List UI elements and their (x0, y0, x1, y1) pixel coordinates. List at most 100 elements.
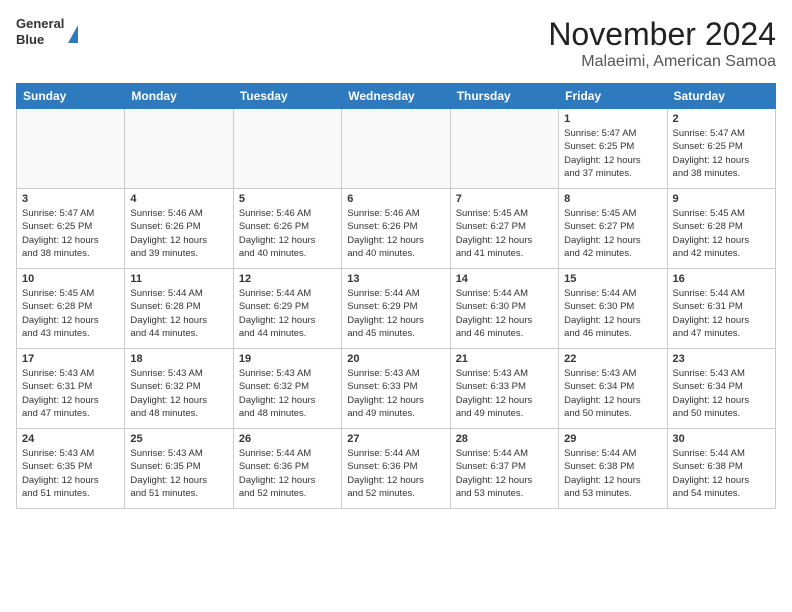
day-info: Sunrise: 5:45 AMSunset: 6:28 PMDaylight:… (22, 287, 119, 340)
day-info: Sunrise: 5:47 AMSunset: 6:25 PMDaylight:… (673, 127, 770, 180)
calendar-day-cell: 27Sunrise: 5:44 AMSunset: 6:36 PMDayligh… (342, 429, 450, 509)
day-info: Sunrise: 5:47 AMSunset: 6:25 PMDaylight:… (22, 207, 119, 260)
calendar-day-cell: 14 Sunrise: 5:44 AMSunset: 6:30 PMDayligh… (450, 269, 558, 349)
day-number: 28 (456, 433, 553, 445)
day-number: 13 (347, 273, 444, 285)
calendar-day-cell: 4 Sunrise: 5:46 AMSunset: 6:26 PMDaylight… (125, 189, 233, 269)
calendar-week-row: 1 Sunrise: 5:47 AMSunset: 6:25 PMDaylight… (17, 109, 776, 189)
day-info: Sunrise: 5:44 AMSunset: 6:31 PMDaylight:… (673, 287, 770, 340)
day-info: Sunrise: 5:44 AMSunset: 6:29 PMDaylight:… (239, 287, 336, 340)
day-info: Sunrise: 5:43 AMSunset: 6:34 PMDaylight:… (564, 367, 661, 420)
weekday-header: Thursday (450, 84, 558, 109)
day-number: 16 (673, 273, 770, 285)
calendar-day-cell: 26Sunrise: 5:44 AMSunset: 6:36 PMDayligh… (233, 429, 341, 509)
calendar-day-cell: 8 Sunrise: 5:45 AMSunset: 6:27 PMDaylight… (559, 189, 667, 269)
calendar-day-cell (125, 109, 233, 189)
day-info: Sunrise: 5:43 AMSunset: 6:35 PMDaylight:… (130, 447, 227, 500)
calendar-day-cell: 15 Sunrise: 5:44 AMSunset: 6:30 PMDayligh… (559, 269, 667, 349)
calendar-day-cell: 5 Sunrise: 5:46 AMSunset: 6:26 PMDaylight… (233, 189, 341, 269)
day-number: 9 (673, 193, 770, 205)
day-info: Sunrise: 5:45 AMSunset: 6:28 PMDaylight:… (673, 207, 770, 260)
calendar-day-cell: 9 Sunrise: 5:45 AMSunset: 6:28 PMDaylight… (667, 189, 775, 269)
day-number: 21 (456, 353, 553, 365)
day-number: 5 (239, 193, 336, 205)
calendar-day-cell: 21 Sunrise: 5:43 AMSunset: 6:33 PMDayligh… (450, 349, 558, 429)
weekday-header: Wednesday (342, 84, 450, 109)
logo-icon (68, 25, 78, 43)
day-info: Sunrise: 5:43 AMSunset: 6:32 PMDaylight:… (130, 367, 227, 420)
day-info: Sunrise: 5:43 AMSunset: 6:31 PMDaylight:… (22, 367, 119, 420)
day-number: 14 (456, 273, 553, 285)
day-info: Sunrise: 5:44 AMSunset: 6:38 PMDaylight:… (564, 447, 661, 500)
calendar-day-cell: 3 Sunrise: 5:47 AMSunset: 6:25 PMDaylight… (17, 189, 125, 269)
calendar-day-cell: 24 Sunrise: 5:43 AMSunset: 6:35 PMDayligh… (17, 429, 125, 509)
day-number: 26 (239, 433, 336, 445)
calendar-day-cell (342, 109, 450, 189)
logo-line1: General (16, 16, 64, 32)
day-info: Sunrise: 5:44 AMSunset: 6:30 PMDaylight:… (456, 287, 553, 340)
title-block: November 2024 Malaeimi, American Samoa (548, 16, 776, 71)
calendar-table: SundayMondayTuesdayWednesdayThursdayFrid… (16, 83, 776, 509)
calendar-day-cell: 7 Sunrise: 5:45 AMSunset: 6:27 PMDaylight… (450, 189, 558, 269)
page-title: November 2024 (548, 16, 776, 53)
day-number: 23 (673, 353, 770, 365)
day-info: Sunrise: 5:45 AMSunset: 6:27 PMDaylight:… (456, 207, 553, 260)
day-info: Sunrise: 5:43 AMSunset: 6:35 PMDaylight:… (22, 447, 119, 500)
day-info: Sunrise: 5:44 AMSunset: 6:30 PMDaylight:… (564, 287, 661, 340)
day-info: Sunrise: 5:44 AMSunset: 6:29 PMDaylight:… (347, 287, 444, 340)
day-number: 18 (130, 353, 227, 365)
day-number: 12 (239, 273, 336, 285)
calendar-day-cell: 10 Sunrise: 5:45 AMSunset: 6:28 PMDayligh… (17, 269, 125, 349)
calendar-day-cell: 18 Sunrise: 5:43 AMSunset: 6:32 PMDayligh… (125, 349, 233, 429)
weekday-header: Friday (559, 84, 667, 109)
day-number: 27 (347, 433, 444, 445)
day-number: 2 (673, 113, 770, 125)
day-info: Sunrise: 5:46 AMSunset: 6:26 PMDaylight:… (239, 207, 336, 260)
day-number: 4 (130, 193, 227, 205)
page-subtitle: Malaeimi, American Samoa (548, 53, 776, 71)
day-number: 20 (347, 353, 444, 365)
calendar-day-cell: 30Sunrise: 5:44 AMSunset: 6:38 PMDayligh… (667, 429, 775, 509)
day-info: Sunrise: 5:44 AMSunset: 6:37 PMDaylight:… (456, 447, 553, 500)
day-info: Sunrise: 5:43 AMSunset: 6:34 PMDaylight:… (673, 367, 770, 420)
day-number: 19 (239, 353, 336, 365)
weekday-header: Saturday (667, 84, 775, 109)
day-number: 3 (22, 193, 119, 205)
weekday-header: Sunday (17, 84, 125, 109)
calendar-day-cell: 29 Sunrise: 5:44 AMSunset: 6:38 PMDayligh… (559, 429, 667, 509)
calendar-day-cell: 13 Sunrise: 5:44 AMSunset: 6:29 PMDayligh… (342, 269, 450, 349)
day-info: Sunrise: 5:45 AMSunset: 6:27 PMDaylight:… (564, 207, 661, 260)
calendar-day-cell: 11Sunrise: 5:44 AMSunset: 6:28 PMDayligh… (125, 269, 233, 349)
day-info: Sunrise: 5:43 AMSunset: 6:33 PMDaylight:… (456, 367, 553, 420)
day-number: 8 (564, 193, 661, 205)
day-info: Sunrise: 5:43 AMSunset: 6:32 PMDaylight:… (239, 367, 336, 420)
calendar-day-cell: 2 Sunrise: 5:47 AMSunset: 6:25 PMDaylight… (667, 109, 775, 189)
page-header: General Blue November 2024 Malaeimi, Ame… (16, 16, 776, 71)
calendar-day-cell: 6Sunrise: 5:46 AMSunset: 6:26 PMDaylight… (342, 189, 450, 269)
calendar-day-cell: 23 Sunrise: 5:43 AMSunset: 6:34 PMDayligh… (667, 349, 775, 429)
logo-text: General Blue (16, 16, 64, 47)
day-info: Sunrise: 5:46 AMSunset: 6:26 PMDaylight:… (130, 207, 227, 260)
day-number: 25 (130, 433, 227, 445)
day-number: 24 (22, 433, 119, 445)
day-number: 1 (564, 113, 661, 125)
calendar-day-cell: 12 Sunrise: 5:44 AMSunset: 6:29 PMDayligh… (233, 269, 341, 349)
calendar-day-cell: 17 Sunrise: 5:43 AMSunset: 6:31 PMDayligh… (17, 349, 125, 429)
calendar-day-cell: 28 Sunrise: 5:44 AMSunset: 6:37 PMDayligh… (450, 429, 558, 509)
calendar-day-cell: 22Sunrise: 5:43 AMSunset: 6:34 PMDayligh… (559, 349, 667, 429)
logo-line2: Blue (16, 32, 64, 48)
day-info: Sunrise: 5:47 AMSunset: 6:25 PMDaylight:… (564, 127, 661, 180)
calendar-week-row: 10 Sunrise: 5:45 AMSunset: 6:28 PMDayligh… (17, 269, 776, 349)
day-number: 10 (22, 273, 119, 285)
calendar-week-row: 3 Sunrise: 5:47 AMSunset: 6:25 PMDaylight… (17, 189, 776, 269)
day-number: 29 (564, 433, 661, 445)
day-number: 15 (564, 273, 661, 285)
calendar-week-row: 17 Sunrise: 5:43 AMSunset: 6:31 PMDayligh… (17, 349, 776, 429)
day-number: 7 (456, 193, 553, 205)
calendar-day-cell (17, 109, 125, 189)
day-info: Sunrise: 5:46 AMSunset: 6:26 PMDaylight:… (347, 207, 444, 260)
weekday-header: Tuesday (233, 84, 341, 109)
calendar-day-cell: 19 Sunrise: 5:43 AMSunset: 6:32 PMDayligh… (233, 349, 341, 429)
calendar-day-cell: 20Sunrise: 5:43 AMSunset: 6:33 PMDayligh… (342, 349, 450, 429)
day-number: 17 (22, 353, 119, 365)
